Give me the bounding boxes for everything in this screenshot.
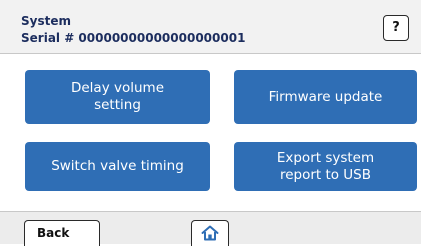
footer-bar: Back [0,211,421,246]
back-button[interactable]: Back [24,220,100,246]
switch-valve-timing-button[interactable]: Switch valve timing [25,142,210,191]
serial-number: Serial # 00000000000000000001 [21,31,246,45]
help-button[interactable]: ? [383,15,409,41]
export-system-report-button[interactable]: Export system report to USB [234,142,417,191]
system-screen: System Serial # 00000000000000000001 ? D… [0,0,421,246]
switch-valve-timing-label: Switch valve timing [51,158,184,174]
delay-volume-label-line1: Delay volume [70,80,165,96]
export-report-label-line1: Export system [276,149,375,166]
page-title: System [21,14,71,28]
home-icon [201,225,219,241]
firmware-update-button[interactable]: Firmware update [234,70,417,124]
export-report-label-line2: report to USB [279,166,372,183]
header-bar: System Serial # 00000000000000000001 ? [0,0,421,54]
home-button[interactable] [191,220,229,246]
delay-volume-label-line2: setting [94,97,141,113]
delay-volume-setting-button[interactable]: Delay volume setting [25,70,210,124]
firmware-update-label: Firmware update [268,88,383,105]
